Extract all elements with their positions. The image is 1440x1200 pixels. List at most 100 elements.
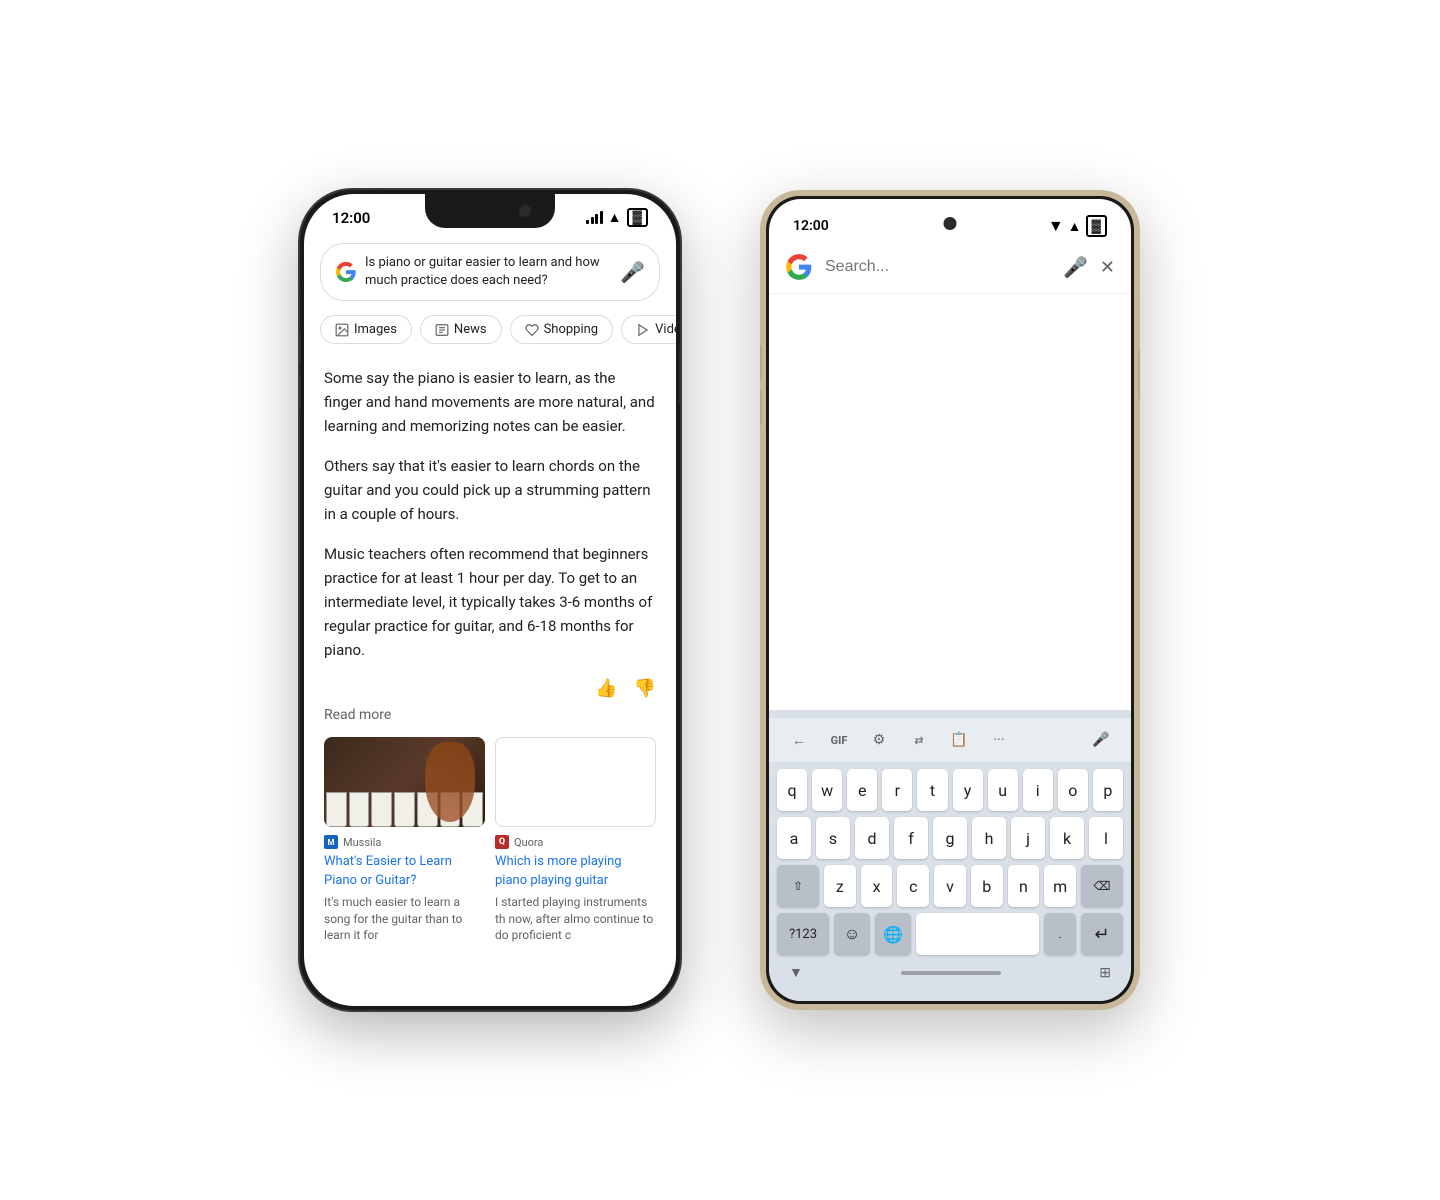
wifi-icon: ▲ (608, 209, 622, 226)
keyboard-settings-btn[interactable]: ⚙ (861, 724, 897, 756)
key-k[interactable]: k (1050, 817, 1084, 859)
key-b[interactable]: b (971, 865, 1003, 907)
keyboard-mic-btn[interactable]: 🎤 (1083, 724, 1119, 756)
key-g[interactable]: g (933, 817, 967, 859)
key-l[interactable]: l (1089, 817, 1123, 859)
key-x[interactable]: x (861, 865, 893, 907)
key-q[interactable]: q (777, 769, 807, 811)
android-screen: 12:00 ▼ ▲ ▓ (769, 199, 1131, 1001)
read-more-link[interactable]: Read more (324, 707, 656, 723)
feedback-row: 👍 👎 (324, 678, 656, 699)
android-nav-hints: ▼ ⊞ (769, 958, 1131, 981)
mussila-icon: M (324, 835, 338, 849)
key-o[interactable]: o (1058, 769, 1088, 811)
guitar-image-overlay (425, 742, 475, 822)
key-i[interactable]: i (1023, 769, 1053, 811)
thumbs-up-icon[interactable]: 👍 (595, 678, 617, 699)
key-u[interactable]: u (988, 769, 1018, 811)
keyboard-toolbar: ← GIF ⚙ ⇄ 📋 ··· 🎤 (769, 718, 1131, 762)
android-battery-icon: ▓ (1086, 215, 1107, 237)
keyboard-bottom-row: ?123 ☺ 🌐 . ↵ (769, 910, 1131, 958)
tab-videos-label: Videos (655, 322, 676, 337)
key-symbols[interactable]: ?123 (777, 913, 829, 955)
key-globe[interactable]: 🌐 (875, 913, 911, 955)
article-image-2 (495, 737, 656, 827)
tab-images[interactable]: Images (320, 315, 412, 344)
key-t[interactable]: t (917, 769, 947, 811)
android-search-row[interactable]: 🎤 ✕ (769, 245, 1131, 294)
keyboard-grid-icon[interactable]: ⊞ (1099, 965, 1111, 981)
iphone-volume-down-btn (300, 375, 301, 410)
key-delete[interactable]: ⌫ (1081, 865, 1123, 907)
android-search-input[interactable] (825, 258, 1051, 276)
keyboard-clipboard-btn[interactable]: 📋 (941, 724, 977, 756)
tab-videos[interactable]: Videos (621, 315, 676, 344)
tab-shopping[interactable]: Shopping (510, 315, 614, 344)
key-m[interactable]: m (1044, 865, 1076, 907)
key-w[interactable]: w (812, 769, 842, 811)
key-enter[interactable]: ↵ (1081, 913, 1123, 955)
android-home-indicator (901, 971, 1001, 975)
key-z[interactable]: z (824, 865, 856, 907)
phones-container: 12:00 ▲ ▓ (240, 130, 1200, 1070)
videos-tab-icon (636, 323, 650, 337)
android-keyboard[interactable]: ← GIF ⚙ ⇄ 📋 ··· 🎤 q w e r (769, 710, 1131, 1001)
android-google-logo-icon (785, 253, 813, 281)
android-vol-up-btn (760, 345, 762, 380)
android-device: 12:00 ▼ ▲ ▓ (760, 190, 1140, 1010)
signal-bars-icon (586, 211, 603, 224)
android-mic-icon[interactable]: 🎤 (1063, 255, 1088, 279)
iphone-filter-tabs: Images News Shopping (304, 309, 676, 350)
keyboard-gif-btn[interactable]: GIF (821, 724, 857, 756)
key-period[interactable]: . (1044, 913, 1076, 955)
tab-news[interactable]: News (420, 315, 502, 344)
keyboard-back-btn[interactable]: ← (781, 724, 817, 756)
quora-icon: Q (495, 835, 509, 849)
battery-icon: ▓ (627, 208, 648, 227)
images-tab-icon (335, 323, 349, 337)
key-shift[interactable]: ⇧ (777, 865, 819, 907)
iphone-camera (519, 205, 531, 217)
key-p[interactable]: p (1093, 769, 1123, 811)
key-s[interactable]: s (816, 817, 850, 859)
key-n[interactable]: n (1008, 865, 1040, 907)
key-r[interactable]: r (882, 769, 912, 811)
article-cards: M Mussila What's Easier to Learn Piano o… (324, 737, 656, 944)
article-image-1 (324, 737, 485, 827)
news-tab-icon (435, 323, 449, 337)
keyboard-translate-btn[interactable]: ⇄ (901, 724, 937, 756)
key-space[interactable] (916, 913, 1039, 955)
key-c[interactable]: c (897, 865, 929, 907)
iphone-search-text: Is piano or guitar easier to learn and h… (365, 254, 612, 290)
iphone-search-bar[interactable]: Is piano or guitar easier to learn and h… (320, 243, 660, 301)
thumbs-down-icon[interactable]: 👎 (634, 678, 656, 699)
android-close-icon[interactable]: ✕ (1100, 257, 1115, 278)
article-2-source-row: Q Quora (495, 835, 656, 849)
keyboard-row-2: a s d f g h j k l (769, 814, 1131, 862)
content-paragraph-2: Others say that it's easier to learn cho… (324, 454, 656, 526)
key-emoji[interactable]: ☺ (834, 913, 870, 955)
key-v[interactable]: v (934, 865, 966, 907)
article-2-title[interactable]: Which is more playing piano playing guit… (495, 853, 656, 889)
article-card-1[interactable]: M Mussila What's Easier to Learn Piano o… (324, 737, 485, 944)
key-e[interactable]: e (847, 769, 877, 811)
iphone-mic-icon[interactable]: 🎤 (620, 260, 645, 284)
article-card-2[interactable]: Q Quora Which is more playing piano play… (495, 737, 656, 944)
article-2-source: Quora (514, 836, 543, 849)
key-j[interactable]: j (1011, 817, 1045, 859)
article-1-title[interactable]: What's Easier to Learn Piano or Guitar? (324, 853, 485, 889)
key-h[interactable]: h (972, 817, 1006, 859)
key-y[interactable]: y (953, 769, 983, 811)
android-power-btn (1138, 350, 1140, 400)
keyboard-more-btn[interactable]: ··· (981, 724, 1017, 756)
key-d[interactable]: d (855, 817, 889, 859)
keyboard-collapse-icon[interactable]: ▼ (789, 964, 803, 981)
key-a[interactable]: a (777, 817, 811, 859)
iphone-power-btn (679, 345, 680, 405)
key-f[interactable]: f (894, 817, 928, 859)
android-signal-icon: ▲ (1068, 218, 1082, 235)
android-wifi-icon: ▼ (1048, 216, 1064, 236)
google-logo-icon (335, 261, 357, 283)
keyboard-row-3: ⇧ z x c v b n m ⌫ (769, 862, 1131, 910)
android-status-icons: ▼ ▲ ▓ (1048, 215, 1107, 237)
